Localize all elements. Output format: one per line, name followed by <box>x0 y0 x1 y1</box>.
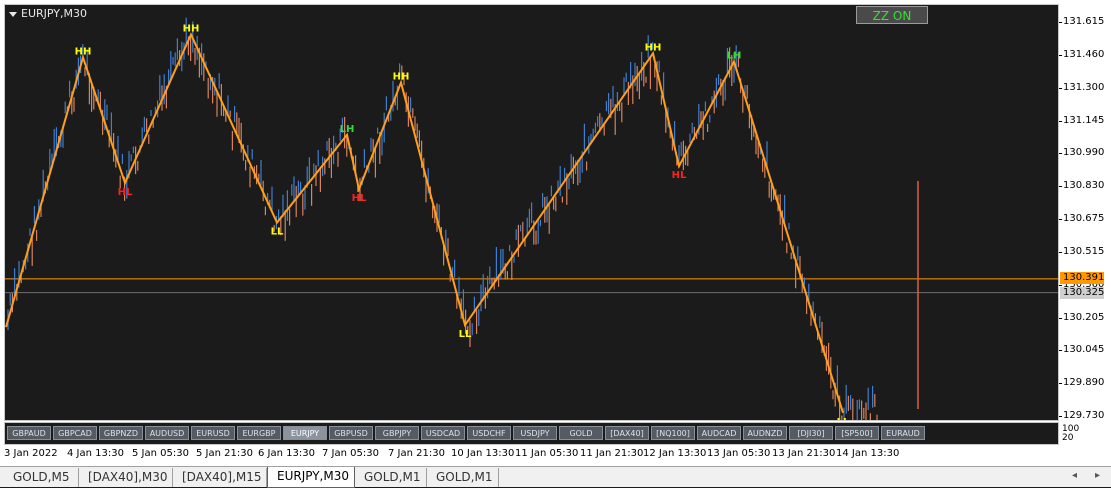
symbol-button-audcad[interactable]: AUDCAD <box>697 426 741 440</box>
price-tick-label: 131.460 <box>1063 48 1105 60</box>
zigzag-label-lh: LH <box>340 124 355 135</box>
time-tick-label: 7 Jan 05:30 <box>322 448 379 459</box>
chart-tab-bar: ◂ ▸ GOLD,M5 [DAX40],M30 [DAX40],M15 EURJPY,… <box>0 466 1111 488</box>
price-tick-label: 130.830 <box>1063 180 1105 192</box>
price-tick-mark <box>1059 350 1062 352</box>
price-tick-label: 130.205 <box>1063 311 1105 323</box>
symbol-button-gbpusd[interactable]: GBPUSD <box>329 426 373 440</box>
symbol-button-gold[interactable]: GOLD <box>559 426 603 440</box>
line-price-label: 130.325 <box>1060 287 1104 299</box>
time-tick-label: 4 Jan 13:30 <box>67 448 124 459</box>
chart-tab[interactable]: [DAX40],M15 <box>173 468 267 487</box>
symbol-title[interactable]: EURJPY,M30 <box>9 7 87 20</box>
chart-tab[interactable]: EURJPY,M30 <box>267 467 355 488</box>
price-chart-area[interactable]: HH HL HH LL LH HL HH LL HH HL LH LL EURJPY,M30 ZZ O… <box>4 4 1059 421</box>
zigzag-line <box>5 32 844 414</box>
symbol-button-dji30[interactable]: [DJI30] <box>789 426 833 440</box>
symbol-button-euraud[interactable]: EURAUD <box>881 426 925 440</box>
price-tick-mark <box>1059 284 1062 286</box>
sub-window-axis: 100 20 <box>1060 422 1110 445</box>
zigzag-label-ll: LL <box>837 417 850 421</box>
price-tick-mark <box>1059 251 1062 253</box>
time-tick-label: 7 Jan 21:30 <box>388 448 445 459</box>
zigzag-label-hh: HH <box>183 23 200 34</box>
time-tick-label: 11 Jan 05:30 <box>515 448 579 459</box>
price-tick-label: 131.615 <box>1063 16 1105 27</box>
zigzag-label-hh: HH <box>75 46 92 57</box>
price-tick-mark <box>1059 54 1062 56</box>
symbol-button-audusd[interactable]: AUDUSD <box>145 426 189 440</box>
price-tick-label: 129.890 <box>1063 377 1105 389</box>
scroll-right-icon[interactable]: ▸ <box>1095 470 1100 481</box>
dropdown-triangle-icon[interactable] <box>9 11 17 17</box>
time-axis[interactable]: 3 Jan 2022 4 Jan 13:30 5 Jan 05:30 5 Jan 21… <box>0 445 1060 465</box>
price-tick-mark <box>1059 120 1062 122</box>
time-tick-label: 13 Jan 21:30 <box>772 448 836 459</box>
symbol-button-usdcad[interactable]: USDCAD <box>421 426 465 440</box>
zigzag-label-hh: HH <box>645 42 662 53</box>
price-tick-label: 129.730 <box>1063 410 1105 421</box>
price-tick-mark <box>1059 22 1062 23</box>
symbol-button-gbpcad[interactable]: GBPCAD <box>53 426 97 440</box>
chart-tab[interactable]: GOLD,M1 <box>427 468 499 487</box>
zigzag-label-lh: LH <box>727 51 742 62</box>
zigzag-toggle-button[interactable]: ZZ ON <box>856 6 928 24</box>
chart-tab[interactable]: GOLD,M1 <box>355 468 427 487</box>
price-tick-label: 131.300 <box>1063 81 1105 93</box>
chart-tab[interactable]: GOLD,M5 <box>4 468 79 487</box>
price-tick-mark <box>1059 416 1062 417</box>
symbol-button-eurjpy[interactable]: EURJPY <box>283 426 327 440</box>
price-tick-label: 131.145 <box>1063 114 1105 126</box>
symbol-button-gbpaud[interactable]: GBPAUD <box>7 426 51 440</box>
price-tick-mark <box>1059 87 1062 89</box>
price-tick-label: 130.515 <box>1063 245 1105 257</box>
price-tick-label: 130.045 <box>1063 344 1105 356</box>
time-tick-label: 14 Jan 13:30 <box>836 448 900 459</box>
time-tick-label: 5 Jan 05:30 <box>132 448 189 459</box>
zigzag-label-hh: HH <box>393 72 410 83</box>
symbol-button-dax40[interactable]: [DAX40] <box>605 426 649 440</box>
price-tick-mark <box>1059 317 1062 319</box>
time-tick-label: 12 Jan 13:30 <box>643 448 707 459</box>
zigzag-label-ll: LL <box>271 227 284 238</box>
symbol-button-nq100[interactable]: [NQ100] <box>651 426 695 440</box>
time-tick-label: 3 Jan 2022 <box>4 448 58 459</box>
zigzag-label-hl: HL <box>352 193 367 204</box>
scroll-left-icon[interactable]: ◂ <box>1072 470 1077 481</box>
chart-tab[interactable]: [DAX40],M30 <box>79 468 173 487</box>
time-tick-label: 6 Jan 13:30 <box>258 448 315 459</box>
zigzag-label-ll: LL <box>459 329 472 340</box>
symbol-button-panel: GBPAUD GBPCAD GBPNZD AUDUSD EURUSD EURGBP EURJ… <box>4 422 1059 445</box>
symbol-button-eurusd[interactable]: EURUSD <box>191 426 235 440</box>
price-tick-mark <box>1059 153 1062 155</box>
time-tick-label: 10 Jan 13:30 <box>451 448 515 459</box>
symbol-button-audnzd[interactable]: AUDNZD <box>743 426 787 440</box>
price-tick-mark <box>1059 219 1062 220</box>
symbol-button-eurgbp[interactable]: EURGBP <box>237 426 281 440</box>
zigzag-label-hl: HL <box>118 187 133 198</box>
symbol-button-usdchf[interactable]: USDCHF <box>467 426 511 440</box>
sub-axis-bottom: 20 <box>1062 433 1074 443</box>
symbol-button-usdjpy[interactable]: USDJPY <box>513 426 557 440</box>
symbol-button-gbpnzd[interactable]: GBPNZD <box>99 426 143 440</box>
price-tick-label: 130.990 <box>1063 147 1105 159</box>
time-tick-label: 5 Jan 21:30 <box>196 448 253 459</box>
price-tick-label: 130.675 <box>1063 213 1105 224</box>
price-axis[interactable]: 131.615 131.460 131.300 131.145 130.990 130.8… <box>1059 4 1111 421</box>
symbol-title-text: EURJPY,M30 <box>21 7 87 20</box>
time-tick-label: 11 Jan 21:30 <box>580 448 644 459</box>
time-tick-label: 13 Jan 05:30 <box>707 448 771 459</box>
chart-window: HH HL HH LL LH HL HH LL HH HL LH LL EURJPY,M30 ZZ O… <box>0 0 1111 466</box>
candles-group <box>7 17 878 420</box>
symbol-button-gbpjpy[interactable]: GBPJPY <box>375 426 419 440</box>
symbol-button-sp500[interactable]: [SP500] <box>835 426 879 440</box>
price-tick-mark <box>1059 186 1062 188</box>
current-price-label: 130.391 <box>1060 272 1104 284</box>
price-chart-svg: HH HL HH LL LH HL HH LL HH HL LH LL <box>5 17 1058 421</box>
price-tick-mark <box>1059 383 1062 385</box>
zigzag-label-hl: HL <box>672 170 687 181</box>
